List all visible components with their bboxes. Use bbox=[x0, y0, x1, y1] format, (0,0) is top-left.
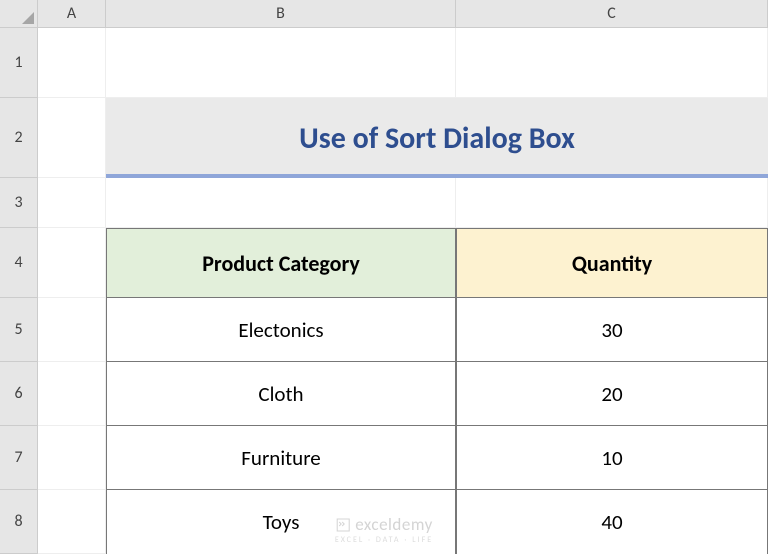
row-header-5[interactable]: 5 bbox=[0, 298, 38, 362]
cell-A7[interactable] bbox=[38, 426, 106, 490]
cell-C3[interactable] bbox=[456, 178, 768, 228]
row-header-4[interactable]: 4 bbox=[0, 228, 38, 298]
cell-A6[interactable] bbox=[38, 362, 106, 426]
select-all-corner[interactable] bbox=[0, 0, 38, 28]
watermark-text: exceldemy bbox=[355, 514, 433, 535]
row-header-8[interactable]: 8 bbox=[0, 490, 38, 554]
cell-B1[interactable] bbox=[106, 28, 456, 98]
cell-A3[interactable] bbox=[38, 178, 106, 228]
row-header-7[interactable]: 7 bbox=[0, 426, 38, 490]
cell-B3[interactable] bbox=[106, 178, 456, 228]
cell-A1[interactable] bbox=[38, 28, 106, 98]
col-header-B[interactable]: B bbox=[106, 0, 456, 28]
title-text: Use of Sort Dialog Box bbox=[299, 120, 575, 157]
cell-C1[interactable] bbox=[456, 28, 768, 98]
table-row[interactable]: Furniture bbox=[106, 426, 456, 490]
cell-A8[interactable] bbox=[38, 490, 106, 554]
table-header-category[interactable]: Product Category bbox=[106, 228, 456, 298]
row-header-1[interactable]: 1 bbox=[0, 28, 38, 98]
col-header-C[interactable]: C bbox=[456, 0, 768, 28]
table-row[interactable]: 40 bbox=[456, 490, 768, 554]
row-header-2[interactable]: 2 bbox=[0, 98, 38, 178]
cell-A5[interactable] bbox=[38, 298, 106, 362]
watermark: exceldemy bbox=[335, 514, 433, 535]
watermark-subtext: EXCEL · DATA · LIFE bbox=[335, 535, 433, 545]
row-header-3[interactable]: 3 bbox=[0, 178, 38, 228]
table-row[interactable]: 10 bbox=[456, 426, 768, 490]
row-header-6[interactable]: 6 bbox=[0, 362, 38, 426]
cell-A2[interactable] bbox=[38, 98, 106, 178]
table-row[interactable]: Electonics bbox=[106, 298, 456, 362]
table-row[interactable]: 20 bbox=[456, 362, 768, 426]
table-row[interactable]: 30 bbox=[456, 298, 768, 362]
title-cell[interactable]: Use of Sort Dialog Box bbox=[106, 98, 768, 178]
watermark-icon bbox=[335, 517, 351, 533]
table-header-quantity[interactable]: Quantity bbox=[456, 228, 768, 298]
spreadsheet-grid: A B C 1 2 Use of Sort Dialog Box 3 4 Pro… bbox=[0, 0, 768, 554]
cell-A4[interactable] bbox=[38, 228, 106, 298]
table-row[interactable]: Cloth bbox=[106, 362, 456, 426]
col-header-A[interactable]: A bbox=[38, 0, 106, 28]
